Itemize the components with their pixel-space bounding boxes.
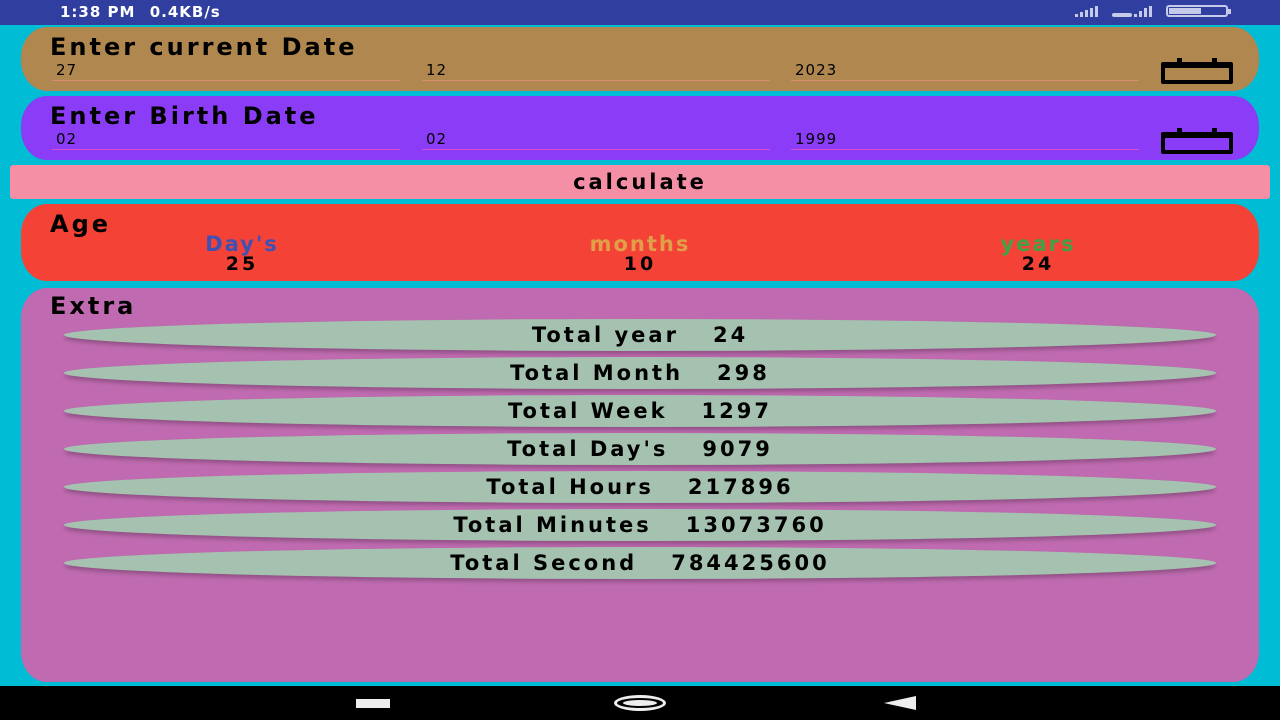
current-year-field[interactable]: 2023 — [791, 61, 1139, 81]
clock: 1:38 PM — [60, 3, 136, 21]
current-month-field[interactable]: 12 — [422, 61, 770, 81]
row-value: 24 — [712, 323, 749, 347]
birth-date-card: Enter Birth Date 02 02 1999 — [21, 96, 1259, 160]
row-value: 1297 — [701, 399, 772, 423]
row-label: Total Hours — [486, 475, 654, 499]
home-icon[interactable] — [614, 695, 666, 711]
years-value: 24 — [1021, 253, 1055, 275]
back-icon[interactable] — [884, 696, 916, 710]
row-label: Total Minutes — [453, 513, 652, 537]
birth-date-title: Enter Birth Date — [50, 102, 319, 130]
row-value: 298 — [717, 361, 770, 385]
wifi-signal-icon — [1112, 5, 1152, 17]
total-minutes-row: Total Minutes 13073760 — [64, 509, 1216, 541]
total-year-row: Total year 24 — [64, 319, 1216, 351]
age-days: Day's 25 — [92, 232, 392, 275]
extra-card: Extra Total year 24 Total Month 298 Total … — [21, 288, 1259, 682]
birth-month-field[interactable]: 02 — [422, 130, 770, 150]
age-months: months 10 — [490, 232, 790, 275]
current-date-card: Enter current Date 27 12 2023 — [21, 27, 1259, 91]
row-value: 784425600 — [671, 551, 830, 575]
birth-day-field[interactable]: 02 — [52, 130, 400, 150]
total-days-row: Total Day's 9079 — [64, 433, 1216, 465]
current-day-field[interactable]: 27 — [52, 61, 400, 81]
row-value: 9079 — [702, 437, 773, 461]
age-years: years 24 — [888, 232, 1188, 275]
total-hours-row: Total Hours 217896 — [64, 471, 1216, 503]
calendar-icon[interactable] — [1161, 128, 1233, 154]
row-label: Total Month — [510, 361, 684, 385]
recent-apps-icon[interactable] — [356, 699, 390, 708]
row-value: 13073760 — [685, 513, 827, 537]
row-label: Total Day's — [507, 437, 669, 461]
status-bar: 1:38 PM 0.4KB/s — [0, 0, 1280, 25]
birth-year-field[interactable]: 1999 — [791, 130, 1139, 150]
months-value: 10 — [623, 253, 657, 275]
row-label: Total Week — [507, 399, 668, 423]
total-week-row: Total Week 1297 — [64, 395, 1216, 427]
battery-icon — [1166, 5, 1231, 17]
signal-icon — [1075, 5, 1098, 17]
days-value: 25 — [225, 253, 259, 275]
age-card: Age Day's 25 months 10 years 24 — [21, 204, 1259, 281]
network-speed: 0.4KB/s — [149, 3, 221, 21]
calendar-icon[interactable] — [1161, 58, 1233, 84]
row-value: 217896 — [687, 475, 794, 499]
navigation-bar — [0, 686, 1280, 720]
status-time: 1:38 PM 0.4KB/s — [60, 3, 221, 21]
row-label: Total year — [531, 323, 679, 347]
current-date-title: Enter current Date — [50, 33, 358, 61]
row-label: Total Second — [450, 551, 638, 575]
total-month-row: Total Month 298 — [64, 357, 1216, 389]
total-second-row: Total Second 784425600 — [64, 547, 1216, 579]
calculate-button[interactable]: calculate — [10, 165, 1270, 199]
status-icons — [1075, 5, 1231, 17]
extra-title: Extra — [50, 292, 137, 320]
